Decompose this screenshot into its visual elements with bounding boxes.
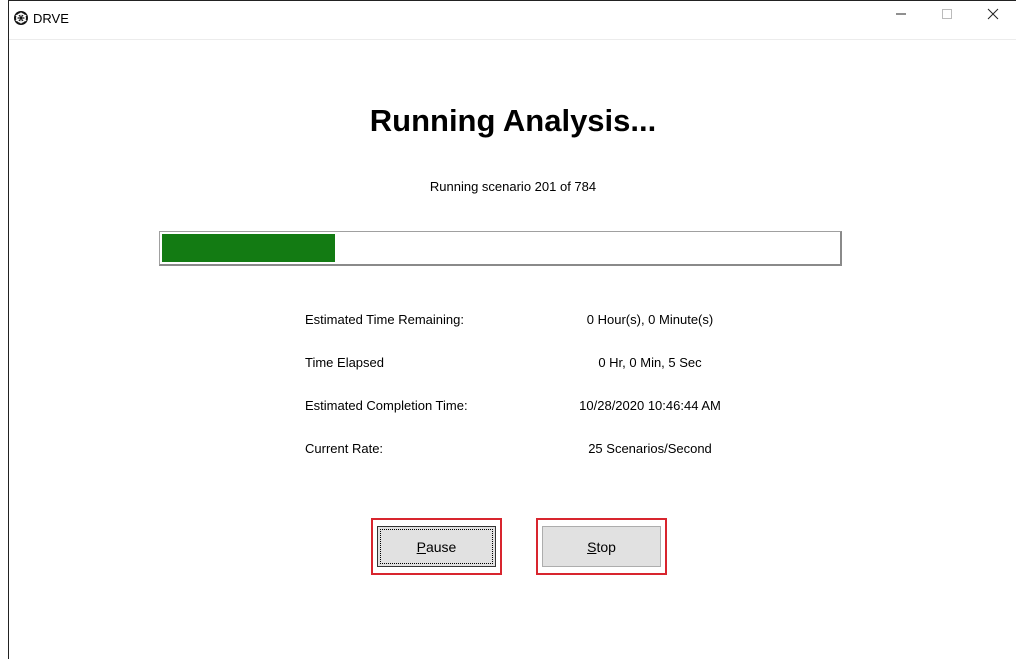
current-rate-label: Current Rate:: [305, 441, 384, 456]
pause-button-label: ause: [425, 538, 457, 555]
scenario-status-text: Running scenario 201 of 784: [429, 179, 597, 194]
progress-bar: [159, 231, 842, 266]
current-rate-value: 25 Scenarios/Second: [588, 441, 712, 456]
minimize-icon: [896, 13, 906, 15]
stop-button-label: top: [596, 538, 616, 555]
time-elapsed-label: Time Elapsed: [305, 355, 384, 370]
stop-button-mnemonic: S: [587, 538, 597, 555]
stop-button[interactable]: Stop: [542, 526, 661, 567]
estimated-completion-time-label: Estimated Completion Time:: [305, 398, 468, 413]
close-button[interactable]: [970, 0, 1016, 33]
pause-button-highlight: Pause: [371, 518, 502, 575]
pause-button[interactable]: Pause: [377, 526, 496, 567]
stop-button-highlight: Stop: [536, 518, 667, 575]
estimated-time-remaining-label: Estimated Time Remaining:: [305, 312, 464, 327]
title-bar[interactable]: DRVE: [9, 1, 1016, 40]
drve-logo-icon: [13, 10, 29, 26]
progress-bar-fill: [162, 234, 335, 262]
app-window: DRVE Running Analysis... Running scenari…: [8, 0, 1016, 659]
pause-button-mnemonic: P: [416, 538, 426, 555]
window-title: DRVE: [33, 10, 69, 26]
estimated-completion-time-value: 10/28/2020 10:46:44 AM: [579, 398, 721, 413]
maximize-button[interactable]: [924, 0, 970, 33]
page-title: Running Analysis...: [369, 103, 657, 138]
maximize-icon: [942, 9, 952, 19]
time-elapsed-value: 0 Hr, 0 Min, 5 Sec: [598, 355, 702, 370]
estimated-time-remaining-value: 0 Hour(s), 0 Minute(s): [586, 312, 714, 327]
close-icon: [987, 8, 999, 20]
minimize-button[interactable]: [878, 0, 924, 33]
